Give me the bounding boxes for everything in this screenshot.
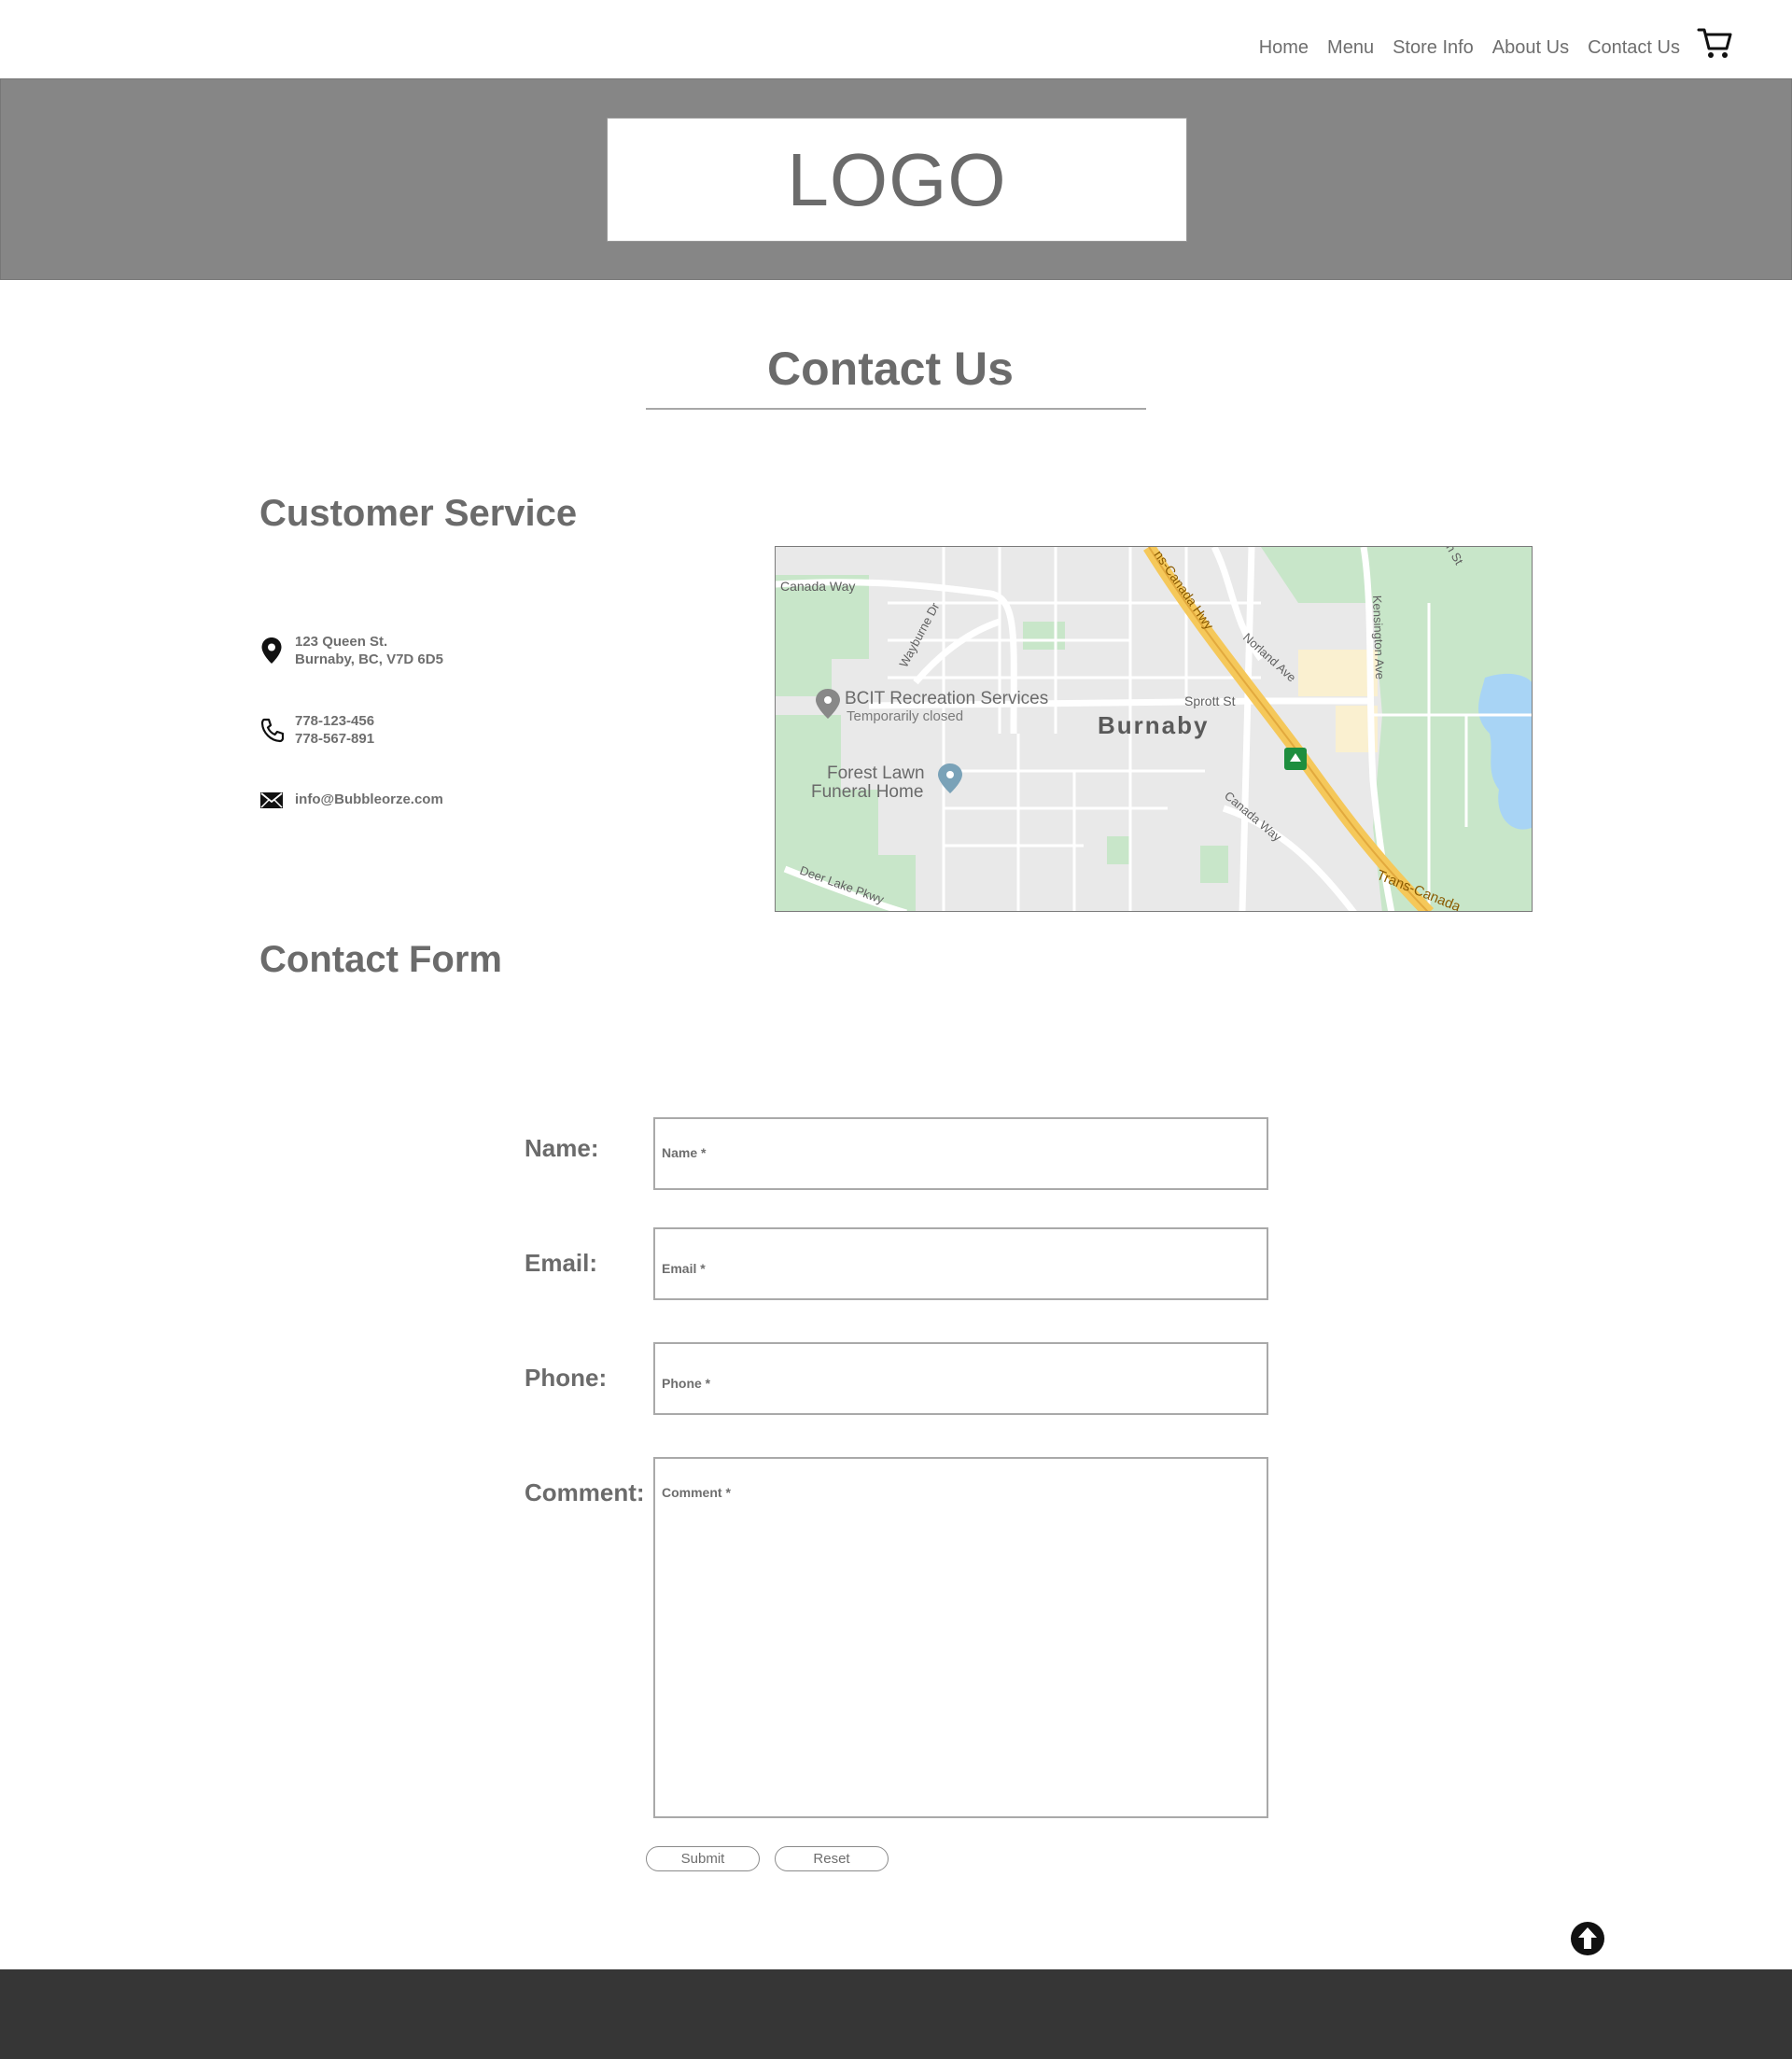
nav-menu[interactable]: Menu <box>1327 37 1374 59</box>
phone-icon <box>260 718 284 743</box>
map-poi-label[interactable]: Funeral Home <box>811 782 923 802</box>
map-poi-status: Temporarily closed <box>847 708 963 724</box>
location-map[interactable]: Canada Way Wayburne Dr ns-Canada Hwy Nor… <box>775 546 1533 912</box>
nav-store-info[interactable]: Store Info <box>1393 37 1474 59</box>
map-pin-icon <box>261 637 282 664</box>
map-park <box>1023 622 1065 650</box>
address-line-1: 123 Queen St. <box>295 634 388 650</box>
envelope-icon <box>260 792 283 808</box>
footer <box>0 1969 1792 2059</box>
arrow-up-circle-icon[interactable] <box>1570 1921 1605 1956</box>
name-placeholder: Name * <box>662 1145 707 1160</box>
map-label: Canada Way <box>780 579 855 594</box>
email-link[interactable]: info@Bubbleorze.com <box>295 791 443 808</box>
map-label: Kensington Ave <box>1370 595 1387 680</box>
phone-label: Phone: <box>525 1364 608 1392</box>
phone-line-2[interactable]: 778-567-891 <box>295 730 374 748</box>
address-line-2: Burnaby, BC, V7D 6D5 <box>295 651 443 667</box>
title-divider <box>646 408 1146 410</box>
reset-button[interactable]: Reset <box>775 1846 889 1871</box>
nav-home[interactable]: Home <box>1259 37 1309 59</box>
customer-service-heading: Customer Service <box>259 493 578 534</box>
nav-contact-us[interactable]: Contact Us <box>1588 37 1680 59</box>
map-campus-area <box>1298 650 1378 696</box>
header-banner: LOGO <box>0 78 1792 280</box>
nav-about-us[interactable]: About Us <box>1492 37 1569 59</box>
nav-links: Home Menu Store Info About Us Contact Us <box>1259 28 1734 62</box>
email-input[interactable]: Email * <box>653 1227 1268 1300</box>
name-label: Name: <box>525 1134 599 1162</box>
map-park <box>1200 846 1228 883</box>
logo-text: LOGO <box>787 137 1007 221</box>
map-canvas[interactable]: Canada Way Wayburne Dr ns-Canada Hwy Nor… <box>776 547 1533 912</box>
phone-line-1[interactable]: 778-123-456 <box>295 712 374 730</box>
email-info: info@Bubbleorze.com <box>259 785 443 813</box>
map-poi-label[interactable]: Forest Lawn <box>827 763 925 783</box>
map-label: Sprott St <box>1184 693 1236 708</box>
email-placeholder: Email * <box>662 1261 706 1276</box>
logo[interactable]: LOGO <box>607 118 1187 242</box>
comment-placeholder: Comment * <box>662 1485 731 1500</box>
shopping-cart-icon[interactable] <box>1697 24 1734 62</box>
contact-form-heading: Contact Form <box>259 939 502 980</box>
email-label: Email: <box>525 1249 598 1277</box>
map-park <box>1107 836 1130 864</box>
comment-label: Comment: <box>525 1478 645 1506</box>
map-city-label: Burnaby <box>1098 711 1209 739</box>
submit-button[interactable]: Submit <box>646 1846 760 1871</box>
comment-textarea[interactable]: Comment * <box>653 1457 1268 1818</box>
address-info: 123 Queen St. Burnaby, BC, V7D 6D5 <box>259 633 443 668</box>
map-poi-label[interactable]: BCIT Recreation Services <box>845 689 1048 708</box>
name-input[interactable]: Name * <box>653 1117 1268 1190</box>
phone-input[interactable]: Phone * <box>653 1342 1268 1415</box>
page-title: Contact Us <box>767 343 1014 395</box>
phone-placeholder: Phone * <box>662 1376 711 1391</box>
phone-info: 778-123-456 778-567-891 <box>259 712 374 748</box>
top-navigation: Home Menu Store Info About Us Contact Us <box>0 0 1792 78</box>
